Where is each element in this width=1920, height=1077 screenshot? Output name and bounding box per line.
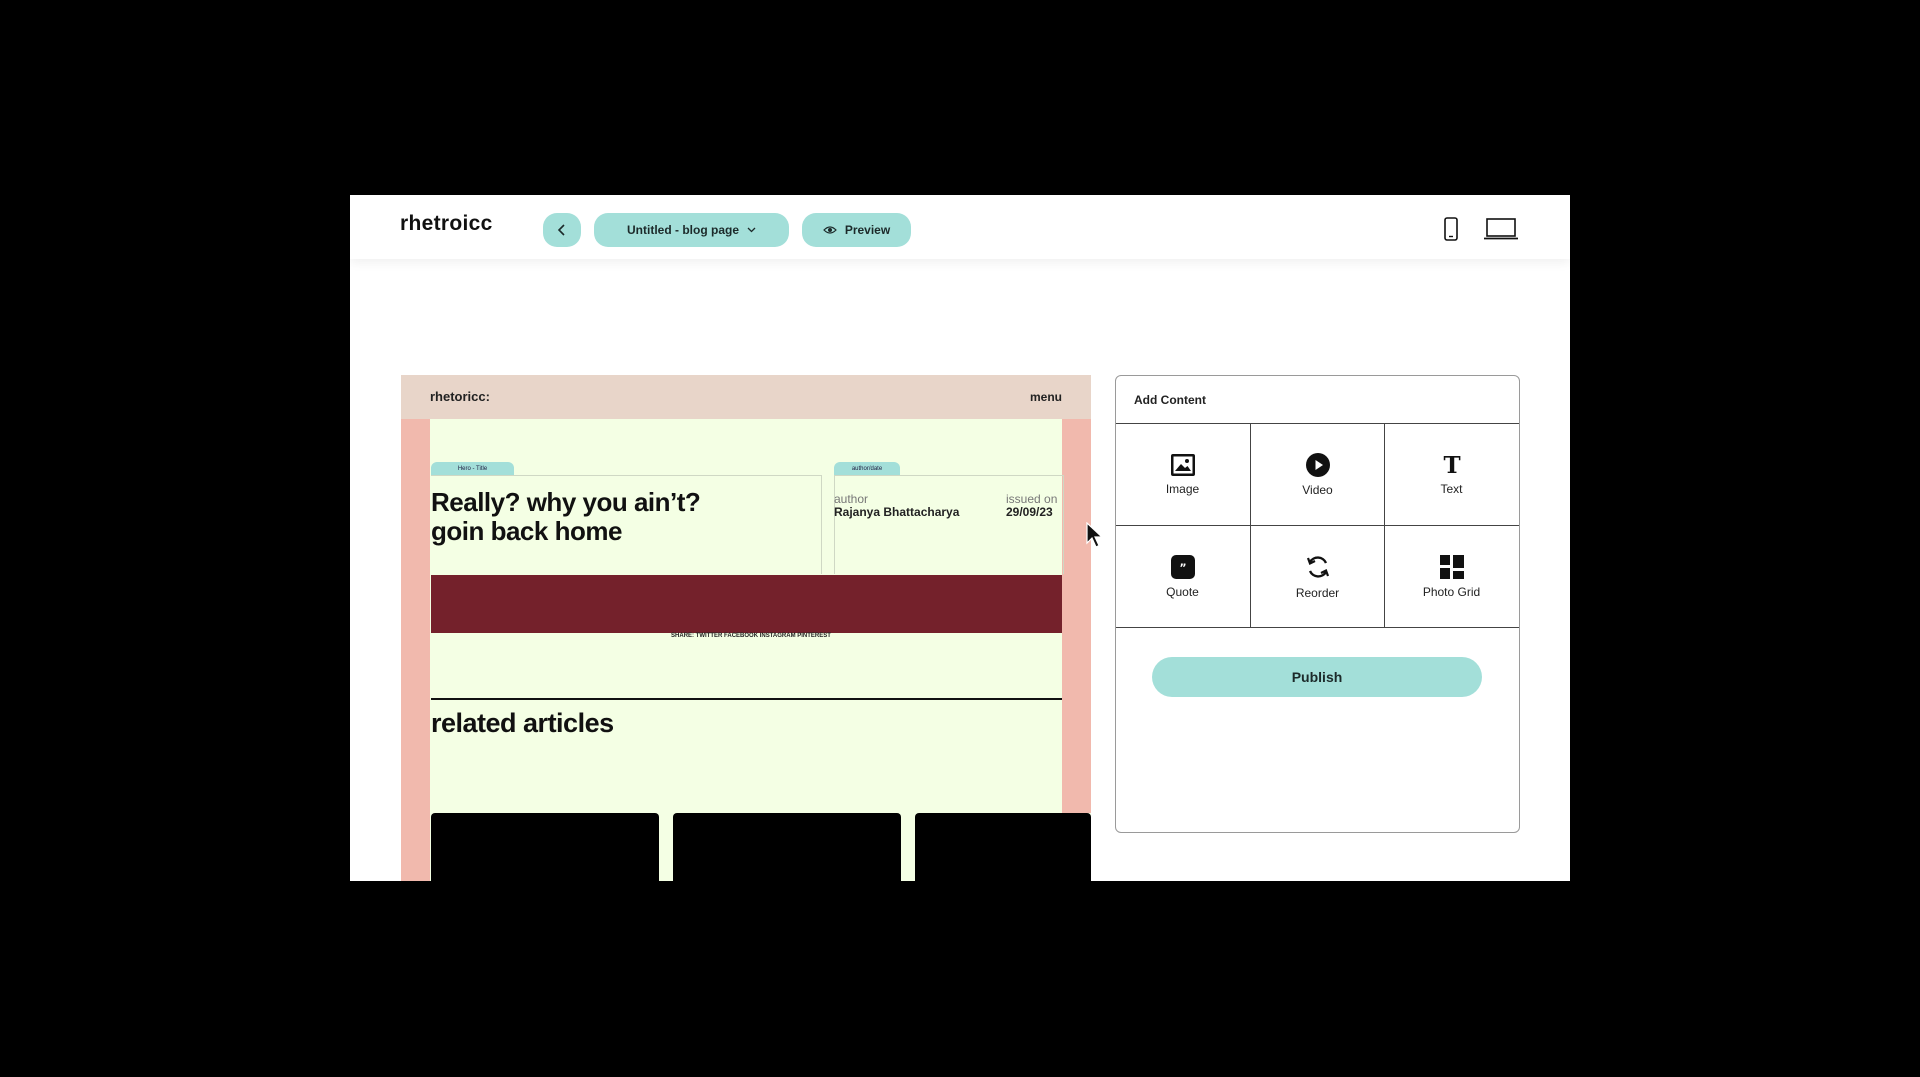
reorder-icon [1306, 555, 1329, 578]
mouse-cursor-icon [1086, 522, 1104, 548]
hero-title-line2: goin back home [431, 516, 622, 546]
video-label: Video [1302, 482, 1333, 497]
photo-grid-label: Photo Grid [1422, 584, 1481, 599]
mobile-device-icon[interactable] [1444, 217, 1458, 241]
svg-text:”: ” [1179, 561, 1186, 574]
chevron-down-icon [747, 227, 756, 233]
page-select-dropdown[interactable]: Untitled - blog page [594, 213, 789, 247]
add-reorder-button[interactable]: Reorder [1251, 526, 1384, 627]
author-date-tag[interactable]: author/date [834, 462, 900, 475]
panel-title: Add Content [1134, 393, 1206, 407]
text-icon: T [1443, 454, 1460, 476]
author-label: author [834, 492, 869, 506]
blog-menu-link[interactable]: menu [1030, 390, 1062, 404]
add-video-button[interactable]: Video [1251, 424, 1384, 525]
author-date-block[interactable] [834, 475, 1064, 574]
quote-label: Quote [1166, 584, 1199, 599]
page-select-label: Untitled - blog page [627, 223, 739, 237]
add-quote-button[interactable]: ” Quote [1116, 526, 1249, 627]
related-article-card[interactable] [431, 813, 659, 881]
hero-title-tag[interactable]: Hero - Title [431, 462, 514, 475]
share-links[interactable]: SHARE: TWITTER FACEBOOK INSTAGRAM PINTER… [591, 633, 911, 639]
add-image-button[interactable]: Image [1116, 424, 1249, 525]
section-divider [431, 698, 1062, 700]
laptop-device-icon[interactable] [1484, 217, 1518, 241]
quote-icon: ” [1170, 554, 1195, 579]
content-type-grid: Image Video T Text ” Quote Reorder Photo… [1116, 423, 1519, 628]
brand-logo: rhetroicc [400, 212, 493, 235]
reorder-label: Reorder [1295, 585, 1340, 600]
issued-date: 29/09/23 [1006, 505, 1053, 519]
photo-grid-icon [1439, 554, 1464, 579]
blog-page-canvas[interactable]: rhetoricc: menu Hero - Title author/date… [401, 375, 1091, 881]
back-button[interactable] [543, 213, 581, 247]
image-label: Image [1165, 481, 1200, 496]
svg-text:T: T [1443, 454, 1460, 476]
publish-button[interactable]: Publish [1152, 657, 1482, 697]
hero-title[interactable]: Really? why you ain’t? goin back home [431, 488, 811, 546]
left-margin-guide [401, 375, 430, 881]
related-articles-heading: related articles [431, 708, 614, 738]
play-icon [1305, 452, 1330, 477]
eye-icon [822, 226, 837, 234]
related-article-card[interactable] [673, 813, 901, 881]
add-content-panel: Add Content Image Video T Text ” Quote R… [1115, 375, 1520, 833]
add-text-button[interactable]: T Text [1385, 424, 1518, 525]
issued-label: issued on [1006, 492, 1058, 506]
text-label: Text [1440, 481, 1463, 496]
hero-title-line1: Really? why you ain’t? [431, 487, 701, 517]
blog-header: rhetoricc: menu [401, 375, 1091, 419]
chevron-left-icon [557, 224, 565, 236]
author-name: Rajanya Bhattacharya [834, 505, 960, 519]
editor-window: rhetroicc Untitled - blog page Preview r… [350, 195, 1570, 881]
image-icon [1170, 453, 1195, 476]
hero-banner[interactable] [431, 575, 1062, 633]
blog-logo: rhetoricc: [430, 389, 490, 404]
related-article-card[interactable] [915, 813, 1091, 881]
top-bar: rhetroicc Untitled - blog page Preview [350, 195, 1570, 259]
preview-label: Preview [844, 223, 891, 237]
right-margin-guide [1062, 375, 1091, 813]
preview-button[interactable]: Preview [802, 213, 911, 247]
add-photo-grid-button[interactable]: Photo Grid [1385, 526, 1518, 627]
